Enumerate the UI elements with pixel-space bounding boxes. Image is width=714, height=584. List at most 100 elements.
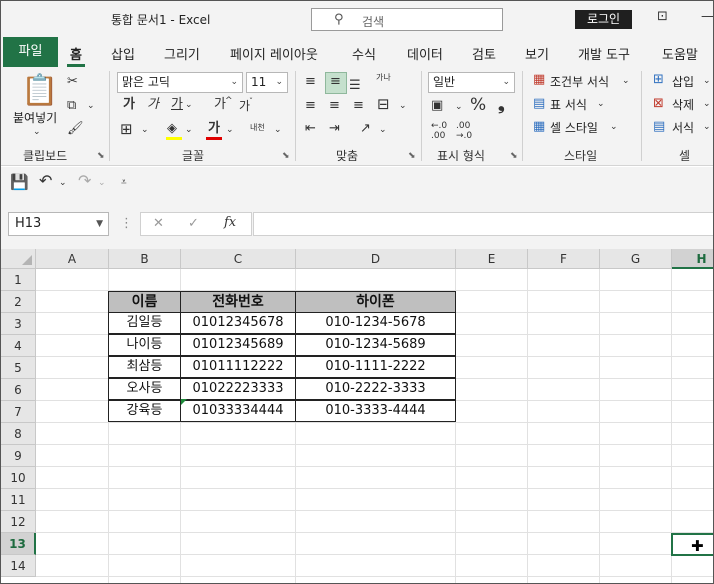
font-size-select[interactable]: 11 ⌄ (246, 72, 288, 93)
search-box[interactable]: ⚲ 검색 (311, 8, 503, 31)
format-painter-icon[interactable]: 🖌 (67, 122, 84, 136)
insert-cells-button[interactable]: 삽입 (672, 73, 694, 90)
paste-icon[interactable]: 📋 (21, 75, 58, 107)
row-header-3[interactable]: 3 (1, 313, 36, 335)
row-header-9[interactable]: 9 (1, 445, 36, 467)
tab-view[interactable]: 보기 (525, 44, 549, 63)
phonetic-button[interactable]: 내천 (250, 121, 265, 135)
conditional-format-button[interactable]: 조건부 서식 (550, 73, 609, 90)
wrap-text-button[interactable]: 가나 (376, 73, 391, 82)
row-header-13[interactable]: 13 (1, 533, 36, 555)
table-cell[interactable]: 010-1234-5678 (295, 312, 456, 334)
tab-draw[interactable]: 그리기 (164, 44, 200, 63)
accounting-format-icon[interactable]: ▣ (431, 99, 443, 113)
tab-insert[interactable]: 삽입 (111, 44, 135, 63)
decrease-decimal-icon[interactable]: .00 →.0 (456, 121, 472, 141)
clipboard-launcher-icon[interactable]: ⬊ (97, 151, 105, 161)
table-header-cell[interactable]: 하이폰 (295, 291, 456, 313)
font-launcher-icon[interactable]: ⬊ (282, 151, 290, 161)
undo-icon[interactable]: ↶ (39, 173, 52, 189)
table-cell[interactable]: 01033334444 (180, 400, 296, 422)
customize-toolbar-icon[interactable]: ⩡ (121, 176, 127, 190)
table-cell[interactable]: 김일등 (108, 312, 181, 334)
row-header-5[interactable]: 5 (1, 357, 36, 379)
table-header-cell[interactable]: 이름 (108, 291, 181, 313)
increase-indent-icon[interactable]: ⇥ (329, 122, 340, 136)
comma-style-button[interactable]: ❟ (498, 96, 505, 114)
row-header-12[interactable]: 12 (1, 511, 36, 533)
table-cell[interactable]: 강육등 (108, 400, 181, 422)
row-header-14[interactable]: 14 (1, 555, 36, 577)
orientation-icon[interactable]: ↗ (360, 122, 371, 136)
table-cell[interactable]: 01012345678 (180, 312, 296, 334)
font-name-select[interactable]: 맑은 고딕 ⌄ (117, 72, 243, 93)
table-cell[interactable]: 01012345689 (180, 334, 296, 356)
cancel-icon[interactable]: ✕ (153, 217, 164, 231)
cell-styles-chevron-icon[interactable]: ⌄ (610, 120, 618, 134)
tab-data[interactable]: 데이터 (407, 44, 443, 63)
row-header-4[interactable]: 4 (1, 335, 36, 357)
cell-styles-button[interactable]: 셀 스타일 (550, 119, 598, 136)
row-header-10[interactable]: 10 (1, 467, 36, 489)
table-cell[interactable]: 01022223333 (180, 378, 296, 400)
align-left-icon[interactable]: ≡ (305, 99, 316, 113)
tab-developer[interactable]: 개발 도구 (578, 44, 630, 63)
formula-input[interactable] (253, 212, 713, 236)
format-as-table-button[interactable]: 표 서식 (550, 96, 587, 113)
paste-label[interactable]: 붙여넣기 (13, 109, 57, 126)
save-icon[interactable]: 💾 (10, 175, 29, 190)
login-button[interactable]: 로그인 (575, 10, 632, 29)
table-cell[interactable]: 010-2222-3333 (295, 378, 456, 400)
name-box[interactable]: H13 ▼ (8, 212, 109, 236)
table-cell[interactable]: 01011112222 (180, 356, 296, 378)
select-all-button[interactable] (1, 249, 36, 269)
number-launcher-icon[interactable]: ⬊ (510, 151, 518, 161)
decrease-indent-icon[interactable]: ⇤ (305, 122, 316, 136)
column-header-h[interactable]: H (672, 249, 713, 269)
align-bottom-icon[interactable]: ☰ (349, 79, 361, 93)
tab-help[interactable]: 도움말 (662, 44, 698, 63)
cut-icon[interactable]: ✂ (67, 75, 78, 89)
ribbon-display-options-icon[interactable]: ⊡ (657, 9, 668, 24)
italic-button[interactable]: 가 (147, 98, 159, 112)
copy-chevron-icon[interactable]: ⌄ (87, 99, 95, 113)
tab-home[interactable]: 홈 (70, 44, 82, 63)
worksheet-grid[interactable]: A B C D E F G H 1 2 3 4 5 6 7 8 9 10 11 … (1, 249, 713, 583)
table-cell[interactable]: 오사등 (108, 378, 181, 400)
table-cell[interactable]: 010-3333-4444 (295, 400, 456, 422)
merge-center-icon[interactable]: ⊟ (377, 97, 390, 112)
insert-function-button[interactable]: fx (224, 216, 236, 230)
tab-file[interactable]: 파일 (3, 37, 58, 67)
row-header-1[interactable]: 1 (1, 269, 36, 291)
table-chevron-icon[interactable]: ⌄ (597, 97, 605, 111)
row-header-11[interactable]: 11 (1, 489, 36, 511)
formula-bar-dots-icon[interactable]: ⋮ (120, 217, 133, 231)
underline-button[interactable]: 가 (171, 98, 183, 112)
underline-chevron-icon[interactable]: ⌄ (185, 98, 193, 112)
align-top-icon[interactable]: ≡ (305, 75, 316, 89)
insert-chevron-icon[interactable]: ⌄ (703, 74, 711, 88)
table-header-cell[interactable]: 전화번호 (180, 291, 296, 313)
copy-icon[interactable]: ⧉ (67, 99, 76, 113)
undo-chevron-icon[interactable]: ⌄ (59, 176, 67, 190)
merge-chevron-icon[interactable]: ⌄ (399, 99, 407, 113)
column-header-a[interactable]: A (36, 249, 109, 269)
format-chevron-icon[interactable]: ⌄ (703, 120, 711, 134)
table-cell[interactable]: 010-1111-2222 (295, 356, 456, 378)
row-header-2[interactable]: 2 (1, 291, 36, 313)
paste-chevron-icon[interactable]: ⌄ (33, 125, 41, 139)
delete-cells-button[interactable]: 삭제 (672, 96, 694, 113)
redo-icon[interactable]: ↷ (78, 173, 91, 189)
table-cell[interactable]: 최삼등 (108, 356, 181, 378)
column-header-f[interactable]: F (528, 249, 600, 269)
accounting-chevron-icon[interactable]: ⌄ (455, 100, 463, 114)
format-cells-button[interactable]: 서식 (672, 119, 694, 136)
tab-page-layout[interactable]: 페이지 레이아웃 (230, 44, 318, 63)
percent-button[interactable]: % (470, 96, 486, 114)
tab-formulas[interactable]: 수식 (352, 44, 376, 63)
align-right-icon[interactable]: ≡ (353, 99, 364, 113)
orientation-chevron-icon[interactable]: ⌄ (379, 123, 387, 137)
row-header-6[interactable]: 6 (1, 379, 36, 401)
font-color-chevron-icon[interactable]: ⌄ (226, 123, 234, 137)
column-header-b[interactable]: B (109, 249, 181, 269)
